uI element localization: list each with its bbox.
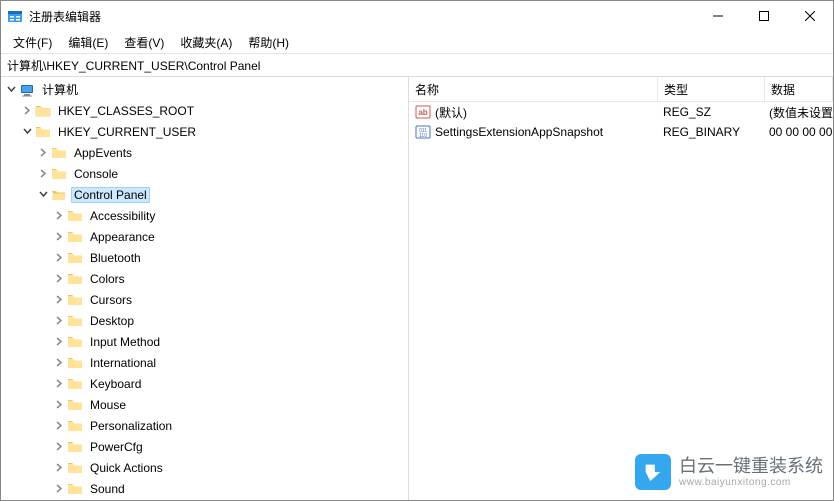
value-type: REG_BINARY <box>657 125 763 139</box>
col-name[interactable]: 名称 <box>409 77 658 101</box>
maximize-icon <box>759 11 769 21</box>
menu-file[interactable]: 文件(F) <box>5 32 60 53</box>
chevron-right-icon[interactable] <box>35 148 51 157</box>
tree-item[interactable]: PowerCfg <box>87 439 146 455</box>
string-value-icon: ab <box>415 104 431 120</box>
value-row[interactable]: 011110 SettingsExtensionAppSnapshot REG_BI… <box>409 122 833 142</box>
title-bar: 注册表编辑器 <box>1 1 833 31</box>
binary-value-icon: 011110 <box>415 124 431 140</box>
folder-icon <box>67 250 83 266</box>
minimize-button[interactable] <box>695 1 741 31</box>
value-name: SettingsExtensionAppSnapshot <box>435 125 603 139</box>
folder-icon <box>67 418 83 434</box>
minimize-icon <box>713 11 723 21</box>
chevron-right-icon[interactable] <box>35 169 51 178</box>
tree-item[interactable]: Quick Actions <box>87 460 166 476</box>
value-data: 00 00 00 00 00 00 00 00 <box>763 125 833 139</box>
chevron-right-icon[interactable] <box>51 211 67 220</box>
chevron-down-icon[interactable] <box>3 85 19 94</box>
folder-icon <box>51 166 67 182</box>
tree-item[interactable]: Mouse <box>87 397 129 413</box>
chevron-right-icon[interactable] <box>51 316 67 325</box>
tree-item[interactable]: Desktop <box>87 313 137 329</box>
chevron-right-icon[interactable] <box>51 358 67 367</box>
folder-icon <box>67 229 83 245</box>
chevron-right-icon[interactable] <box>51 253 67 262</box>
value-row[interactable]: ab (默认) REG_SZ(数值未设置) <box>409 102 833 122</box>
folder-icon <box>67 376 83 392</box>
tree-item[interactable]: Bluetooth <box>87 250 144 266</box>
chevron-right-icon[interactable] <box>51 463 67 472</box>
svg-text:ab: ab <box>418 108 427 117</box>
tree-item-controlpanel[interactable]: Control Panel <box>71 187 150 203</box>
tree-item-hkcu[interactable]: HKEY_CURRENT_USER <box>55 124 199 140</box>
value-name: (默认) <box>435 104 467 121</box>
tree-item[interactable]: Keyboard <box>87 376 144 392</box>
regedit-app-icon <box>7 8 23 24</box>
folder-icon <box>67 271 83 287</box>
chevron-right-icon[interactable] <box>51 400 67 409</box>
window-title: 注册表编辑器 <box>29 8 101 25</box>
tree-item[interactable]: Appearance <box>87 229 158 245</box>
folder-icon <box>35 103 51 119</box>
folder-icon <box>67 208 83 224</box>
tree-item[interactable]: International <box>87 355 159 371</box>
svg-text:110: 110 <box>419 133 427 139</box>
col-type[interactable]: 类型 <box>658 77 765 101</box>
chevron-right-icon[interactable] <box>51 337 67 346</box>
value-type: REG_SZ <box>657 105 763 119</box>
tree-item-console[interactable]: Console <box>71 166 121 182</box>
window-controls <box>695 1 833 31</box>
folder-icon <box>67 481 83 497</box>
tree-item[interactable]: Sound <box>87 481 128 497</box>
folder-open-icon <box>51 187 67 203</box>
chevron-right-icon[interactable] <box>51 274 67 283</box>
value-data: (数值未设置) <box>763 104 833 121</box>
maximize-button[interactable] <box>741 1 787 31</box>
computer-icon <box>19 82 35 98</box>
folder-icon <box>67 313 83 329</box>
chevron-right-icon[interactable] <box>51 442 67 451</box>
chevron-down-icon[interactable] <box>35 190 51 199</box>
folder-icon <box>67 439 83 455</box>
address-text: 计算机\HKEY_CURRENT_USER\Control Panel <box>7 57 260 74</box>
folder-icon <box>67 292 83 308</box>
menu-favorites[interactable]: 收藏夹(A) <box>172 32 240 53</box>
chevron-right-icon[interactable] <box>51 232 67 241</box>
chevron-right-icon[interactable] <box>19 106 35 115</box>
chevron-right-icon[interactable] <box>51 379 67 388</box>
menu-bar: 文件(F) 编辑(E) 查看(V) 收藏夹(A) 帮助(H) <box>1 31 833 54</box>
tree-pane[interactable]: 计算机 HKEY_CLASSES_ROOT <box>1 77 409 500</box>
chevron-right-icon[interactable] <box>51 484 67 493</box>
tree-root[interactable]: 计算机 <box>39 80 81 99</box>
values-pane[interactable]: 名称 类型 数据 ab (默认) REG_SZ(数值未设置) 011110 Settin… <box>409 77 833 500</box>
menu-view[interactable]: 查看(V) <box>116 32 172 53</box>
menu-help[interactable]: 帮助(H) <box>240 32 297 53</box>
tree-item[interactable]: Personalization <box>87 418 175 434</box>
tree-item[interactable]: Accessibility <box>87 208 158 224</box>
close-button[interactable] <box>787 1 833 31</box>
tree-item-hkcr[interactable]: HKEY_CLASSES_ROOT <box>55 103 197 119</box>
tree-item-appevents[interactable]: AppEvents <box>71 145 135 161</box>
folder-icon <box>67 355 83 371</box>
menu-edit[interactable]: 编辑(E) <box>60 32 116 53</box>
chevron-down-icon[interactable] <box>19 127 35 136</box>
tree-item[interactable]: Colors <box>87 271 128 287</box>
folder-icon <box>67 460 83 476</box>
chevron-right-icon[interactable] <box>51 421 67 430</box>
folder-icon <box>67 334 83 350</box>
tree-item[interactable]: Input Method <box>87 334 163 350</box>
list-header: 名称 类型 数据 <box>409 77 833 102</box>
body: 计算机 HKEY_CLASSES_ROOT <box>1 77 833 500</box>
address-bar[interactable]: 计算机\HKEY_CURRENT_USER\Control Panel <box>1 54 833 77</box>
folder-icon <box>51 145 67 161</box>
app-window: 注册表编辑器 文件(F) 编辑(E) 查看(V) 收藏夹(A) 帮助(H) 计算… <box>0 0 834 501</box>
folder-icon <box>35 124 51 140</box>
chevron-right-icon[interactable] <box>51 295 67 304</box>
close-icon <box>805 11 815 21</box>
tree-item[interactable]: Cursors <box>87 292 135 308</box>
col-data[interactable]: 数据 <box>765 77 833 101</box>
folder-icon <box>67 397 83 413</box>
